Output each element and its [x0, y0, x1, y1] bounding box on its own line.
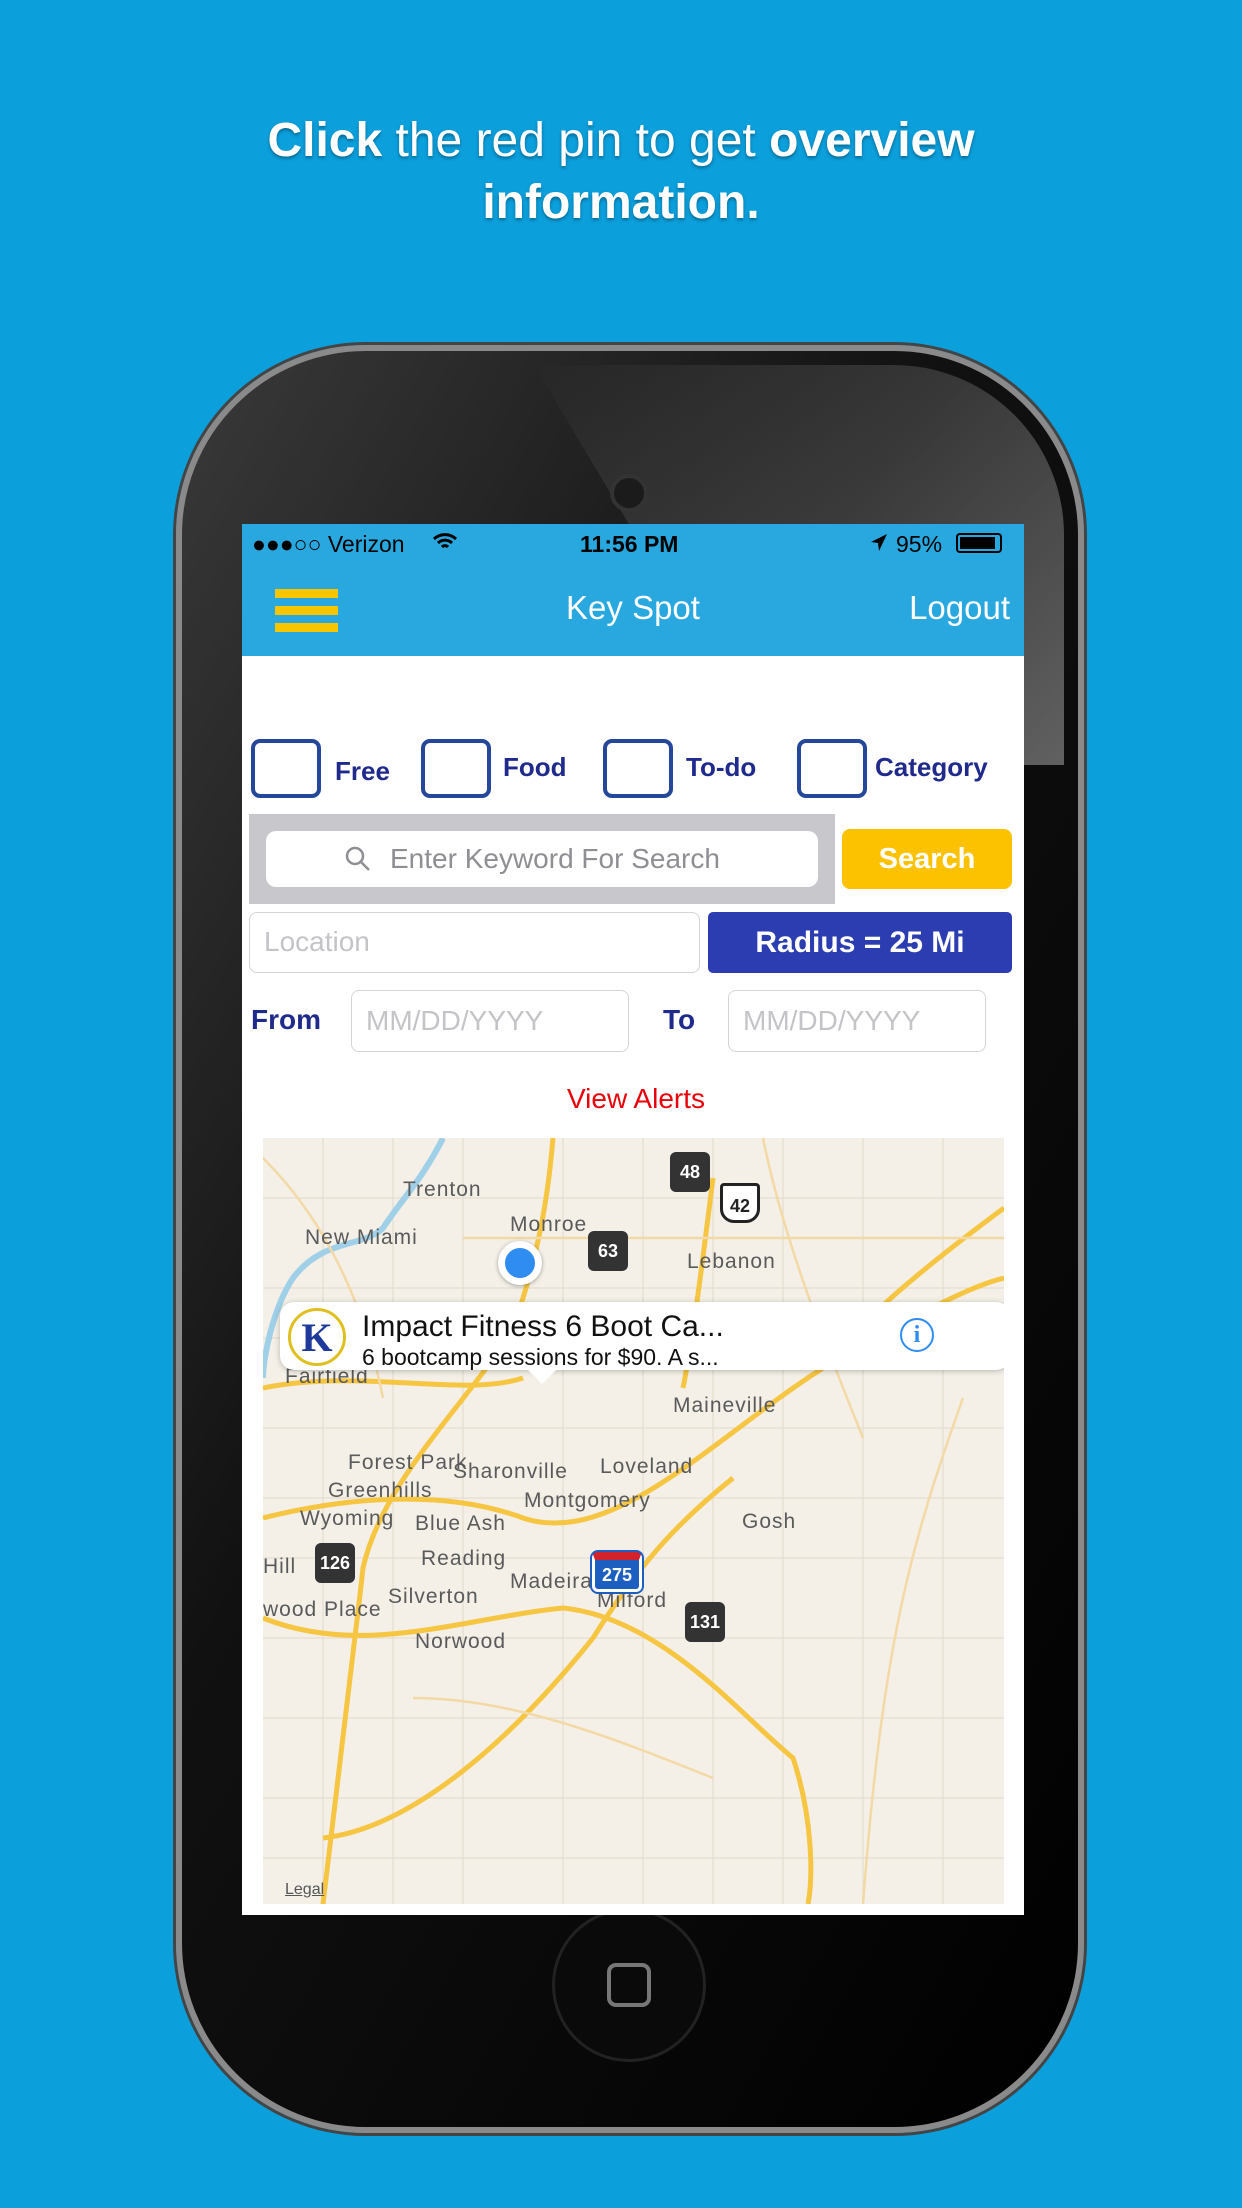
wifi-icon	[432, 533, 458, 549]
map-label: Hill	[263, 1555, 297, 1578]
pin-callout[interactable]: K Impact Fitness 6 Boot Ca... 6 bootcamp…	[280, 1302, 1004, 1384]
checkbox-food[interactable]	[421, 739, 491, 798]
map-label: Maineville	[673, 1394, 777, 1417]
map-label: Loveland	[600, 1455, 694, 1478]
search-button[interactable]: Search	[842, 829, 1012, 889]
search-bar: Enter Keyword For Search	[249, 814, 835, 904]
label-category: Category	[875, 752, 988, 782]
search-placeholder: Enter Keyword For Search	[390, 843, 720, 874]
camera-icon	[610, 474, 648, 512]
radius-button[interactable]: Radius = 25 Mi	[708, 912, 1012, 973]
view-alerts-link[interactable]: View Alerts	[242, 1083, 1024, 1115]
app-title: Key Spot	[566, 589, 700, 626]
checkbox-free[interactable]	[251, 739, 321, 798]
route-shield: 63	[588, 1231, 628, 1271]
clock: 11:56 PM	[580, 531, 679, 557]
route-shield: 131	[685, 1602, 725, 1642]
headline-bold-click: Click	[267, 114, 383, 167]
from-date-input[interactable]: MM/DD/YYYY	[351, 990, 629, 1052]
status-bar: ●●●○○ Verizon 11:56 PM 95%	[242, 524, 1024, 563]
home-button[interactable]	[552, 1908, 706, 2062]
legal-link[interactable]: Legal	[285, 1881, 324, 1899]
label-free: Free	[335, 756, 390, 786]
map-label: Gosh	[742, 1510, 797, 1533]
map-label: Madeira	[510, 1570, 593, 1593]
map-label: Trenton	[403, 1178, 482, 1201]
to-date-input[interactable]: MM/DD/YYYY	[728, 990, 986, 1052]
map-label: Silverton	[388, 1585, 479, 1608]
user-location-dot	[498, 1241, 542, 1285]
map-label: Reading	[421, 1547, 507, 1570]
callout-subtitle: 6 bootcamp sessions for $90. A s...	[362, 1344, 719, 1370]
carrier: ●●●○○ Verizon	[252, 531, 405, 557]
headline-bold-overview: overview	[769, 114, 975, 167]
map-label: Forest Park	[348, 1451, 468, 1474]
route-shield: 48	[670, 1152, 710, 1192]
battery-percent: 95%	[896, 531, 943, 557]
search-input[interactable]: Enter Keyword For Search	[266, 831, 818, 887]
battery-icon	[956, 533, 1002, 553]
label-todo: To-do	[686, 752, 757, 782]
map-label: wood Place	[263, 1598, 382, 1621]
location-arrow-icon	[871, 534, 887, 551]
map-label: Sharonville	[453, 1460, 568, 1483]
info-icon[interactable]: i	[900, 1318, 934, 1352]
checkbox-todo[interactable]	[603, 739, 673, 798]
nav-bar: Key Spot Logout	[242, 563, 1024, 656]
search-icon	[345, 846, 370, 871]
logout-button[interactable]: Logout	[909, 589, 1010, 627]
map-label: Lebanon	[687, 1250, 776, 1273]
location-input[interactable]: Location	[249, 912, 700, 973]
key-spot-logo: K	[288, 1308, 346, 1366]
from-label: From	[251, 1004, 321, 1035]
map-label: Montgomery	[524, 1489, 651, 1512]
callout-title: Impact Fitness 6 Boot Ca...	[362, 1310, 724, 1343]
map-label: Milford	[597, 1589, 668, 1612]
map-label: Wyoming	[300, 1507, 395, 1530]
headline-line2: information.	[482, 176, 760, 229]
to-label: To	[663, 1004, 696, 1035]
route-shield: 42	[720, 1183, 760, 1223]
checkbox-category[interactable]	[797, 739, 867, 798]
app-screen: ●●●○○ Verizon 11:56 PM 95% Key Spot Logo…	[242, 524, 1024, 1915]
map-label: Blue Ash	[415, 1512, 506, 1535]
map-label: New Miami	[305, 1226, 418, 1249]
map-label: Monroe	[510, 1213, 588, 1236]
instruction-headline: Click the red pin to get overview inform…	[0, 110, 1242, 234]
label-food: Food	[503, 752, 567, 782]
map-view[interactable]: Trenton New Miami Monroe Lebanon Fairfie…	[263, 1138, 1004, 1904]
route-shield: 126	[315, 1543, 355, 1583]
headline-text: the red pin to get	[382, 114, 770, 167]
map-label: Norwood	[415, 1630, 507, 1653]
interstate-shield: 275	[592, 1552, 642, 1592]
map-label: Greenhills	[328, 1479, 433, 1502]
